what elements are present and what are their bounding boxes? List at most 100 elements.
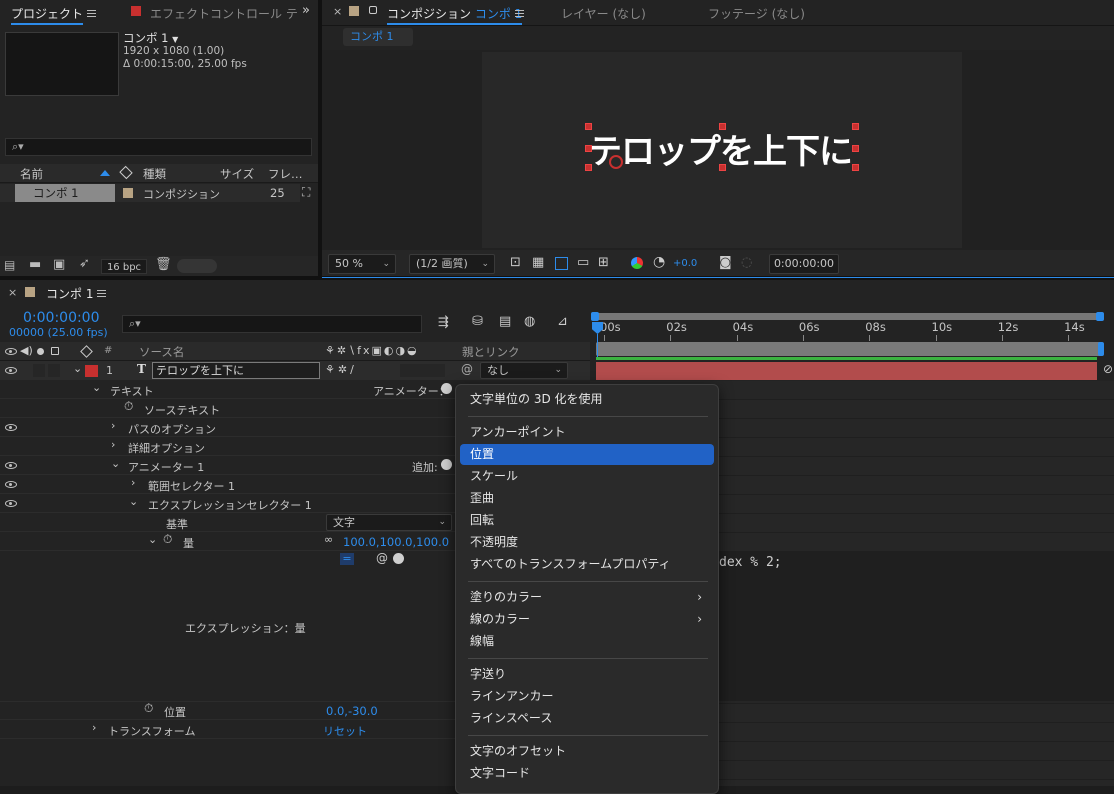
constrain-link-icon[interactable]: ∞ — [324, 533, 333, 546]
menu-item-line-anchor[interactable]: ラインアンカー — [460, 686, 714, 707]
amount-value[interactable]: 100.0,100.0,100.0 — [343, 535, 449, 549]
amount-chevron-icon[interactable]: ⌄ — [148, 533, 157, 546]
transform-chevron-icon[interactable]: › — [92, 721, 96, 734]
effects-controls-tab[interactable]: エフェクトコントロール テ — [150, 5, 310, 22]
transform-reset-link[interactable]: リセット — [323, 723, 367, 739]
footage-tab[interactable]: フッテージ (なし) — [708, 5, 805, 22]
exposure-value[interactable]: +0.0 — [673, 258, 697, 269]
layer-duration-bar[interactable] — [596, 362, 1097, 380]
menu-item-tracking[interactable]: 字送り — [460, 664, 714, 685]
comp-breadcrumb[interactable]: コンポ 1 — [343, 28, 413, 46]
lock-column-icon[interactable] — [51, 347, 59, 355]
transparency-grid-icon[interactable]: ▦ — [532, 255, 544, 270]
camera-icon[interactable]: ◙ — [719, 255, 732, 270]
graph-editor-icon[interactable]: ⊿ — [557, 314, 568, 329]
layer-label-color[interactable] — [85, 365, 98, 377]
more-options-chevron-icon[interactable]: › — [111, 438, 115, 451]
interpret-footage-icon[interactable]: ▤ — [4, 258, 15, 272]
parent-dropdown[interactable]: なし ⌄ — [480, 362, 568, 379]
comp-menu-icon[interactable] — [515, 10, 524, 17]
resolution-dropdown[interactable]: (1/2 画質) ⌄ — [409, 254, 495, 274]
zoom-dropdown[interactable]: 50 % ⌄ — [328, 254, 396, 274]
based-on-dropdown[interactable]: 文字 ⌄ — [326, 514, 452, 531]
menu-item-scale[interactable]: スケール — [460, 466, 714, 487]
position-value[interactable]: 0.0,-30.0 — [326, 704, 378, 718]
comp-flow-icon[interactable]: ⇶ — [438, 315, 449, 330]
pickwhip-icon[interactable]: @ — [461, 362, 473, 376]
lock-icon[interactable] — [369, 6, 377, 14]
timeline-tab[interactable]: コンポ 1 — [46, 285, 93, 302]
timeline-search-input[interactable]: ⌕▾ — [122, 315, 422, 333]
menu-item-line-spacing[interactable]: ラインスペース — [460, 708, 714, 729]
text-group-chevron-icon[interactable]: ⌄ — [92, 381, 101, 394]
column-source-name[interactable]: ソース名 — [139, 344, 184, 360]
sort-ascending-icon[interactable] — [100, 170, 110, 176]
show-snapshot-icon[interactable]: ◌ — [741, 255, 752, 270]
menu-item-opacity[interactable]: 不透明度 — [460, 532, 714, 553]
project-menu-icon[interactable] — [87, 10, 96, 17]
solo-column-icon[interactable] — [37, 348, 44, 355]
layer-visibility-icon[interactable] — [5, 367, 17, 374]
column-parent[interactable]: 親とリンク — [462, 344, 520, 360]
stopwatch-icon[interactable]: ⏱ — [124, 399, 133, 414]
column-frame[interactable]: フレ… — [268, 166, 304, 182]
close-timeline-icon[interactable]: × — [8, 286, 17, 299]
path-options-chevron-icon[interactable]: › — [111, 419, 115, 432]
current-time[interactable]: 0:00:00:00 — [23, 310, 100, 326]
layer-switches[interactable]: ⚘✲∕ — [325, 363, 357, 376]
column-type[interactable]: 種類 — [143, 166, 166, 182]
color-management-icon[interactable]: ◔ — [653, 254, 665, 270]
menu-item-rotation[interactable]: 回転 — [460, 510, 714, 531]
menu-item-character-offset[interactable]: 文字のオフセット — [460, 741, 714, 762]
new-comp-icon[interactable]: ▣ — [53, 257, 65, 272]
menu-item-all-transform[interactable]: すべてのトランスフォームプロパティ — [460, 554, 714, 575]
expression-enable-icon[interactable]: = — [340, 553, 354, 565]
timeline-menu-icon[interactable] — [97, 290, 106, 297]
frame-blending-icon[interactable]: ▤ — [499, 314, 511, 329]
comp-timecode[interactable]: 0:00:00:00 — [769, 254, 839, 274]
animator-chevron-icon[interactable]: ⌄ — [111, 457, 120, 470]
layer-name-field[interactable]: テロップを上下に — [152, 362, 320, 379]
snapshot-region-icon[interactable]: ⊡ — [510, 255, 521, 270]
flowchart-icon[interactable]: ⛶ — [302, 185, 310, 200]
layer-end-icon[interactable]: ⊘ — [1103, 362, 1113, 376]
layer-tab[interactable]: レイヤー (なし) — [561, 5, 646, 22]
menu-item-stroke-color[interactable]: 線のカラー › — [460, 609, 714, 630]
bpc-button[interactable]: 16 bpc — [101, 259, 147, 274]
thumbnail-slider[interactable] — [177, 259, 217, 273]
time-navigator-end-handle[interactable] — [1098, 342, 1104, 356]
amount-stopwatch-icon[interactable]: ⏱ — [163, 532, 172, 547]
menu-item-fill-color[interactable]: 塗りのカラー › — [460, 587, 714, 608]
mask-visibility-icon[interactable] — [555, 257, 568, 270]
add-property-button[interactable] — [441, 459, 452, 470]
anchor-point-icon[interactable] — [609, 155, 623, 169]
column-size[interactable]: サイズ — [220, 166, 254, 182]
switches-header-icons[interactable]: ⚘✲∖fx▣◐◑◒ — [325, 344, 419, 357]
project-tab[interactable]: プロジェクト — [11, 5, 84, 25]
position-stopwatch-icon[interactable]: ⏱ — [144, 701, 153, 716]
panel-overflow-icon[interactable]: » — [302, 3, 310, 18]
bbox-handle-tl[interactable] — [585, 123, 592, 130]
item-label-swatch[interactable] — [123, 188, 133, 198]
time-navigator[interactable] — [596, 342, 1101, 356]
bbox-handle-tm[interactable] — [719, 123, 726, 130]
animator-add-button[interactable] — [441, 383, 452, 394]
bbox-handle-ml[interactable] — [585, 145, 592, 152]
expression-selector-visibility-icon[interactable] — [5, 500, 17, 507]
bbox-handle-tr[interactable] — [852, 123, 859, 130]
motion-blur-icon[interactable]: ◍ — [524, 314, 535, 329]
project-item-row[interactable]: コンポ 1 コンポジション 25 — [0, 184, 300, 202]
color-channels-icon[interactable] — [631, 257, 643, 269]
menu-item-anchor-point[interactable]: アンカーポイント — [460, 422, 714, 443]
project-search-input[interactable]: ⌕▾ — [5, 138, 312, 156]
bbox-handle-mr[interactable] — [852, 145, 859, 152]
trash-icon[interactable]: 🗑 — [155, 257, 172, 272]
expression-code[interactable]: dex % 2; — [719, 555, 782, 570]
layer-switch-slots[interactable] — [400, 364, 445, 377]
menu-item-stroke-width[interactable]: 線幅 — [460, 631, 714, 652]
settings-icon[interactable]: ➶ — [79, 256, 90, 271]
time-ruler[interactable]: 00s 02s 04s 06s 08s 10s 12s 14s — [590, 318, 1114, 342]
guides-icon[interactable]: ⊞ — [598, 255, 609, 270]
menu-item-position[interactable]: 位置 — [460, 444, 714, 465]
expression-selector-chevron-icon[interactable]: ⌄ — [129, 495, 138, 508]
